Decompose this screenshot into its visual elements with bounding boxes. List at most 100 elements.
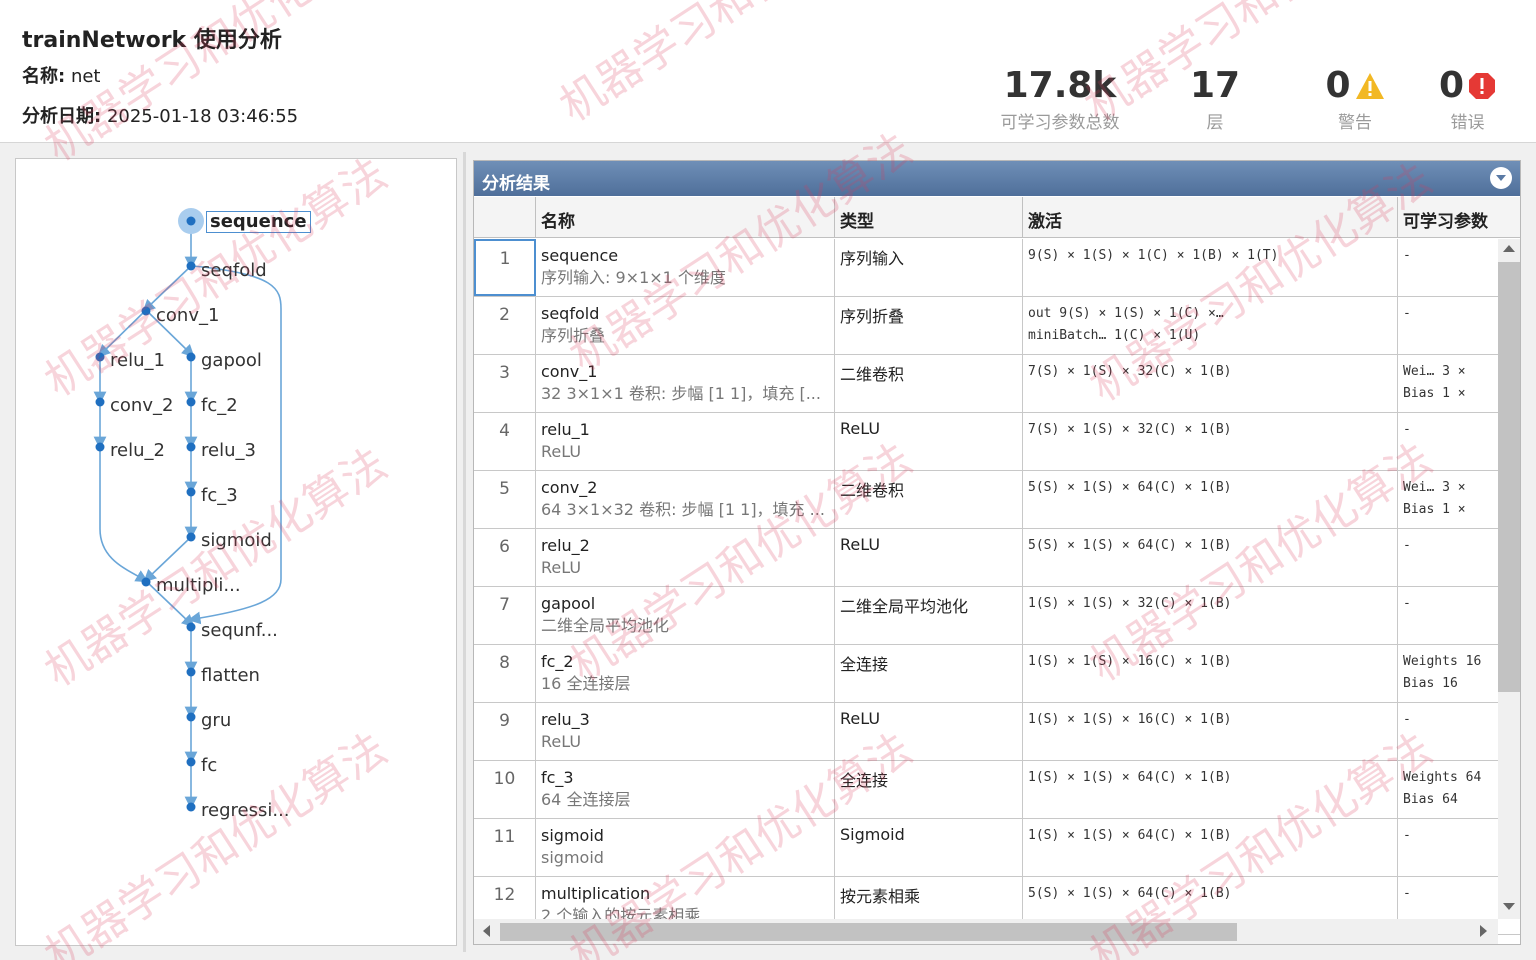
table-row[interactable]: 10 fc_3 64 全连接层 全连接 1(S) × 1(S) × 64(C) ×… (474, 761, 1520, 819)
table-row[interactable]: 9 relu_3 ReLU ReLU 1(S) × 1(S) × 16(C) × … (474, 703, 1520, 761)
learnable-line: Wei… 3 × (1403, 364, 1466, 379)
row-name-cell: sequence 序列输入: 9×1×1 个维度 (536, 239, 835, 296)
learnable-line: - (1403, 422, 1411, 437)
graph-node-fc-3[interactable]: fc_3 (201, 486, 238, 506)
table-row[interactable]: 6 relu_2 ReLU ReLU 5(S) × 1(S) × 64(C) × … (474, 529, 1520, 587)
learnable-line: - (1403, 306, 1411, 321)
table-row[interactable]: 8 fc_2 16 全连接层 全连接 1(S) × 1(S) × 16(C) × … (474, 645, 1520, 703)
graph-node-relu-3[interactable]: relu_3 (201, 441, 256, 461)
header-activations[interactable]: 激活 (1023, 197, 1398, 238)
row-activations: 1(S) × 1(S) × 16(C) × 1(B) (1023, 645, 1398, 702)
learnable-line: - (1403, 828, 1411, 843)
layer-type: 二维全局平均池化 (835, 587, 1023, 644)
row-activations: 1(S) × 1(S) × 64(C) × 1(B) (1023, 761, 1398, 818)
network-name: 名称: net (22, 62, 100, 88)
error-icon (1469, 73, 1496, 99)
learnable-line: - (1403, 886, 1411, 901)
layer-graph-panel[interactable]: sequence seqfold conv_1 relu_1 gapool co… (15, 158, 457, 946)
graph-node-sigmoid[interactable]: sigmoid (201, 531, 272, 551)
layer-desc: sigmoid (541, 848, 604, 867)
results-title-bar: 分析结果 (474, 161, 1520, 196)
stat-layers: 17 层 (1180, 66, 1250, 134)
row-name-cell: conv_2 64 3×1×32 卷积: 步幅 [1 1]，填充 ... (536, 471, 835, 528)
header-learnables[interactable]: 可学习参数 (1398, 197, 1498, 238)
stat-label: 可学习参数总数 (1000, 113, 1120, 133)
graph-node-relu-1[interactable]: relu_1 (110, 351, 165, 371)
layer-type: 全连接 (835, 645, 1023, 702)
layer-name: conv_2 (541, 478, 598, 497)
graph-nodes (95, 208, 204, 812)
table-row[interactable]: 2 seqfold 序列折叠 序列折叠 out 9(S) × 1(S) × 1(C… (474, 297, 1520, 355)
stat-learnables: 17.8k 可学习参数总数 (990, 66, 1130, 134)
row-activations: 5(S) × 1(S) × 64(C) × 1(B) (1023, 471, 1398, 528)
page-title: trainNetwork 使用分析 (22, 28, 282, 53)
collapse-button[interactable] (1490, 167, 1512, 189)
header-name[interactable]: 名称 (536, 197, 835, 238)
graph-node-regression[interactable]: regressi... (201, 801, 290, 821)
learnable-line: Weights 16 (1403, 654, 1482, 669)
graph-node-fc-2[interactable]: fc_2 (201, 396, 238, 416)
scroll-up-icon[interactable] (1503, 245, 1515, 252)
graph-node-conv-1[interactable]: conv_1 (156, 306, 219, 326)
table-row[interactable]: 4 relu_1 ReLU ReLU 7(S) × 1(S) × 32(C) × … (474, 413, 1520, 471)
graph-node-conv-2[interactable]: conv_2 (110, 396, 173, 416)
activation-line: 1(S) × 1(S) × 64(C) × 1(B) (1028, 828, 1232, 843)
row-learnables: - (1398, 703, 1498, 760)
table-row[interactable]: 3 conv_1 32 3×1×1 卷积: 步幅 [1 1]，填充 [... 二维… (474, 355, 1520, 413)
graph-node-gru[interactable]: gru (201, 711, 231, 731)
row-activations: 5(S) × 1(S) × 64(C) × 1(B) (1023, 529, 1398, 586)
layer-name: sigmoid (541, 826, 604, 845)
analysis-date: 分析日期: 2025-01-18 03:46:55 (22, 102, 298, 128)
table-row[interactable]: 11 sigmoid sigmoid Sigmoid 1(S) × 1(S) × … (474, 819, 1520, 877)
panel-splitter[interactable] (463, 152, 466, 952)
layer-type: 二维卷积 (835, 355, 1023, 412)
learnable-line: Weights 64 (1403, 770, 1482, 785)
table-row[interactable]: 5 conv_2 64 3×1×32 卷积: 步幅 [1 1]，填充 ... 二维… (474, 471, 1520, 529)
row-name-cell: gapool 二维全局平均池化 (536, 587, 835, 644)
stat-warnings[interactable]: 0 警告 (1310, 66, 1400, 133)
date-label: 分析日期: (22, 106, 102, 127)
graph-node-multiplication[interactable]: multipli... (156, 576, 241, 596)
layer-name: relu_3 (541, 710, 590, 729)
header-type[interactable]: 类型 (835, 197, 1023, 238)
activation-line: miniBatch… 1(C) × 1(U) (1028, 328, 1201, 343)
activation-line: 9(S) × 1(S) × 1(C) × 1(B) × 1(T) (1028, 248, 1279, 263)
app-window: trainNetwork 使用分析 名称: net 分析日期: 2025-01-… (0, 0, 1536, 960)
stat-errors[interactable]: 0 错误 (1425, 66, 1510, 133)
row-activations: 1(S) × 1(S) × 16(C) × 1(B) (1023, 703, 1398, 760)
table-row[interactable]: 7 gapool 二维全局平均池化 二维全局平均池化 1(S) × 1(S) × … (474, 587, 1520, 645)
layer-type: 序列输入 (835, 239, 1023, 296)
row-index: 7 (474, 587, 536, 644)
learnable-line: Bias 1 × (1403, 502, 1466, 517)
graph-node-gapool[interactable]: gapool (201, 351, 262, 371)
layer-name: multiplication (541, 884, 651, 903)
row-name-cell: relu_1 ReLU (536, 413, 835, 470)
vertical-scroll-thumb[interactable] (1498, 262, 1520, 692)
scroll-right-icon[interactable] (1480, 925, 1487, 937)
row-learnables: Wei… 3 × Bias 1 × (1398, 355, 1498, 412)
stat-value: 0 (1325, 65, 1351, 106)
graph-node-fc[interactable]: fc (201, 756, 217, 776)
layer-name: relu_2 (541, 536, 590, 555)
table-row[interactable]: 1 sequence 序列输入: 9×1×1 个维度 序列输入 9(S) × 1(… (474, 239, 1520, 297)
row-activations: 1(S) × 1(S) × 64(C) × 1(B) (1023, 819, 1398, 876)
graph-node-sequence[interactable]: sequence (206, 211, 311, 233)
layer-type: ReLU (835, 703, 1023, 760)
row-learnables: - (1398, 413, 1498, 470)
layer-desc: 64 3×1×32 卷积: 步幅 [1 1]，填充 ... (541, 500, 825, 519)
graph-node-relu-2[interactable]: relu_2 (110, 441, 165, 461)
header-index (474, 197, 536, 238)
row-index: 10 (474, 761, 536, 818)
scroll-down-icon[interactable] (1503, 903, 1515, 910)
row-name-cell: seqfold 序列折叠 (536, 297, 835, 354)
graph-node-seqfold[interactable]: seqfold (201, 261, 267, 281)
horizontal-scroll-thumb[interactable] (500, 923, 1237, 941)
row-name-cell: relu_3 ReLU (536, 703, 835, 760)
graph-node-flatten[interactable]: flatten (201, 666, 260, 686)
activation-line: 1(S) × 1(S) × 16(C) × 1(B) (1028, 712, 1232, 727)
layer-type: ReLU (835, 413, 1023, 470)
scroll-left-icon[interactable] (483, 925, 490, 937)
row-activations: 1(S) × 1(S) × 32(C) × 1(B) (1023, 587, 1398, 644)
layer-desc: 序列输入: 9×1×1 个维度 (541, 268, 726, 287)
graph-node-sequnfold[interactable]: sequnf... (201, 621, 278, 641)
